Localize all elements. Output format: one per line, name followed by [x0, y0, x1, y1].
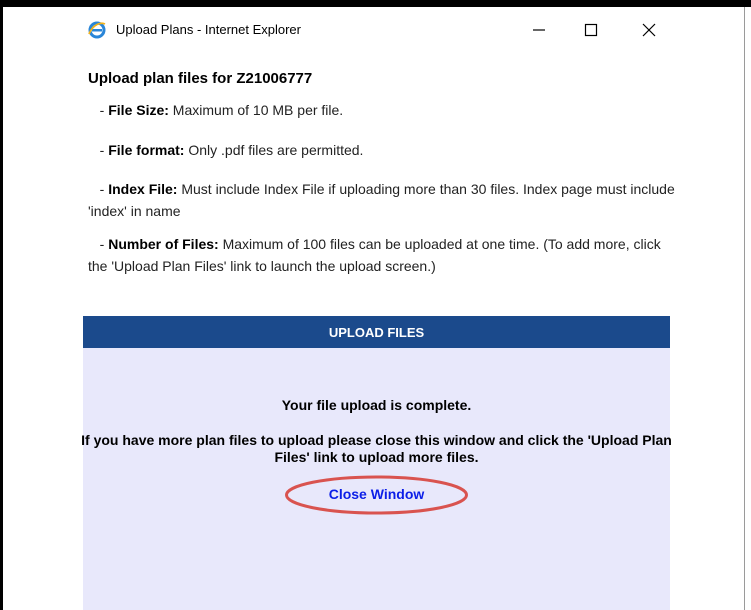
upload-complete-message: Your file upload is complete. — [281, 397, 472, 413]
rule-index-file: - Index File: Must include Index File if… — [88, 178, 678, 222]
rule-prefix: - — [99, 102, 109, 118]
rule-prefix: - — [99, 142, 109, 158]
rule-label: Index File: — [108, 181, 178, 197]
rule-prefix: - — [99, 236, 109, 252]
rule-prefix: - — [99, 181, 109, 197]
rule-text: Maximum of 10 MB per file. — [168, 102, 344, 118]
rule-file-format: - File format: Only .pdf files are permi… — [88, 139, 678, 161]
rule-text: Only .pdf files are permitted. — [184, 142, 364, 158]
upload-files-panel: UPLOAD FILES Your file upload is complet… — [81, 316, 672, 610]
window-titlebar[interactable]: Upload Plans - Internet Explorer — [60, 12, 744, 48]
page-heading: Upload plan files for Z21006777 — [88, 70, 313, 87]
close-button[interactable] — [626, 14, 672, 46]
internet-explorer-icon — [88, 21, 106, 39]
rule-number-of-files: - Number of Files: Maximum of 100 files … — [88, 233, 678, 277]
rule-file-size: - File Size: Maximum of 10 MB per file. — [88, 99, 678, 121]
rule-label: Number of Files: — [108, 236, 219, 252]
top-frame-border — [0, 0, 751, 7]
rule-label: File Size: — [108, 102, 169, 118]
upload-more-instructions: If you have more plan files to upload pl… — [81, 432, 672, 465]
maximize-icon — [584, 23, 598, 37]
minimize-button[interactable] — [516, 14, 562, 46]
close-window-link[interactable]: Close Window — [283, 486, 470, 502]
window-title: Upload Plans - Internet Explorer — [116, 22, 301, 37]
minimize-icon — [533, 29, 545, 31]
rule-label: File format: — [108, 142, 185, 158]
left-frame-border — [0, 0, 3, 610]
close-icon — [642, 23, 656, 37]
window-right-border — [744, 7, 745, 610]
maximize-button[interactable] — [568, 14, 614, 46]
upload-files-header: UPLOAD FILES — [83, 316, 670, 348]
close-window-link-container[interactable]: Close Window — [283, 474, 470, 516]
